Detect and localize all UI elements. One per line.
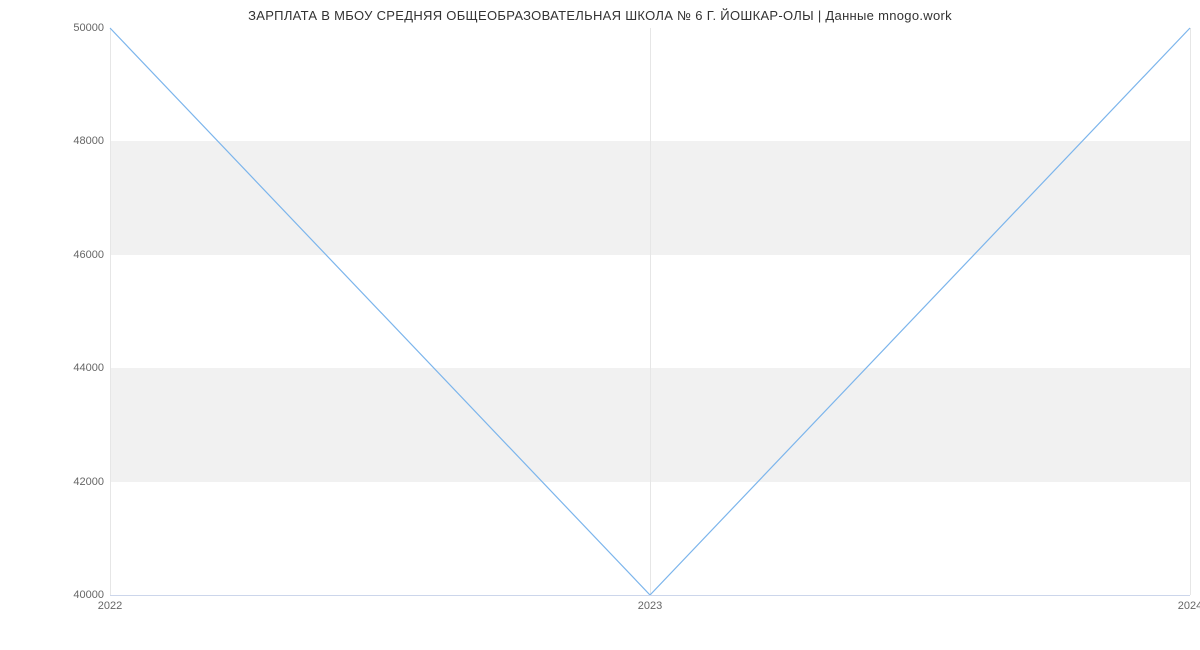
- chart-title: ЗАРПЛАТА В МБОУ СРЕДНЯЯ ОБЩЕОБРАЗОВАТЕЛЬ…: [0, 8, 1200, 23]
- y-tick-label: 50000: [14, 22, 104, 34]
- y-tick-label: 46000: [14, 249, 104, 261]
- y-tick-label: 44000: [14, 362, 104, 374]
- gridline-vertical: [1190, 28, 1191, 595]
- y-tick-label: 42000: [14, 476, 104, 488]
- x-tick-label: 2024: [1178, 600, 1200, 612]
- x-axis-line: [110, 595, 1190, 596]
- y-tick-label: 40000: [14, 589, 104, 601]
- x-tick-label: 2023: [638, 600, 662, 612]
- line-series-svg: [110, 28, 1190, 595]
- plot-area: [110, 28, 1190, 595]
- y-tick-label: 48000: [14, 135, 104, 147]
- x-tick-label: 2022: [98, 600, 122, 612]
- series-line: [110, 28, 1190, 595]
